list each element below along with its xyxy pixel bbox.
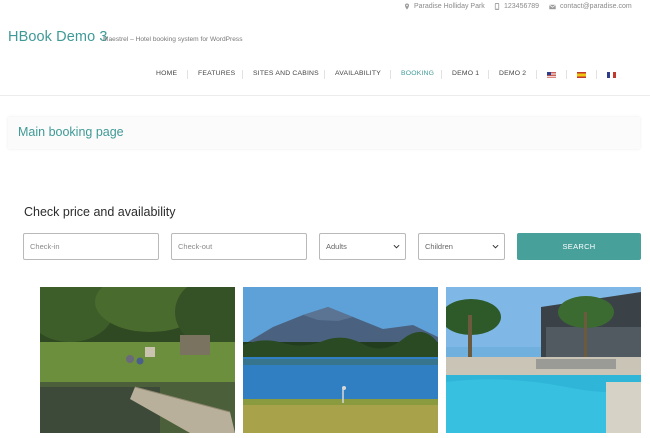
children-select-label: Children: [425, 242, 453, 251]
nav-sites-and-cabins[interactable]: SITES AND CABINS: [253, 70, 319, 77]
nav-separator: [324, 70, 325, 79]
nav-separator: [242, 70, 243, 79]
email-link[interactable]: contact@paradise.com: [560, 3, 632, 10]
nav-features[interactable]: FEATURES: [198, 70, 235, 77]
top-contact-bar: Paradise Holliday Park 123456789 contact…: [0, 0, 650, 16]
nav-availability[interactable]: AVAILABILITY: [335, 70, 381, 77]
nav-separator: [566, 70, 567, 79]
page-title-box: Main booking page: [8, 117, 640, 149]
fr-flag-icon[interactable]: [607, 72, 616, 78]
map-pin-icon: [404, 3, 410, 10]
site-title[interactable]: HBook Demo 3: [8, 29, 108, 45]
page-title: Main booking page: [18, 125, 124, 139]
header-divider: [0, 95, 650, 96]
nav-separator: [596, 70, 597, 79]
search-button[interactable]: SEARCH: [517, 233, 641, 260]
children-select[interactable]: Children: [418, 233, 505, 260]
checkin-field[interactable]: [23, 233, 159, 260]
envelope-icon: [549, 4, 556, 9]
booking-form-heading: Check price and availability: [24, 205, 176, 219]
pool-palms-photo: [446, 287, 641, 433]
location-info: Paradise Holliday Park: [404, 3, 485, 10]
nav-separator: [441, 70, 442, 79]
nav-separator: [536, 70, 537, 79]
nav-separator: [390, 70, 391, 79]
en-flag-icon[interactable]: [547, 72, 556, 78]
mountain-lake-photo: [243, 287, 438, 433]
nav-separator: [488, 70, 489, 79]
phone-text: 123456789: [504, 3, 540, 10]
nav-demo-1[interactable]: DEMO 1: [452, 70, 479, 77]
checkin-input[interactable]: [24, 234, 158, 259]
mountain-lake-image: [243, 287, 438, 433]
checkout-input[interactable]: [172, 234, 306, 259]
campsite-lake-photo: [40, 287, 235, 433]
site-tagline: Maestrel – Hotel booking system for Word…: [103, 36, 243, 43]
pool-palms-image: [446, 287, 641, 433]
chevron-down-icon: [492, 244, 499, 249]
adults-select[interactable]: Adults: [319, 233, 406, 260]
nav-demo-2[interactable]: DEMO 2: [499, 70, 526, 77]
es-flag-icon[interactable]: [577, 72, 586, 78]
nav-home[interactable]: HOME: [156, 70, 177, 77]
phone-icon: [494, 3, 500, 10]
phone-info: 123456789: [494, 3, 539, 10]
nav-booking[interactable]: BOOKING: [401, 70, 434, 77]
email-info[interactable]: contact@paradise.com: [549, 3, 632, 10]
campsite-lake-image: [40, 287, 235, 433]
location-text: Paradise Holliday Park: [414, 3, 485, 10]
chevron-down-icon: [393, 244, 400, 249]
checkout-field[interactable]: [171, 233, 307, 260]
adults-select-label: Adults: [326, 242, 347, 251]
nav-separator: [187, 70, 188, 79]
